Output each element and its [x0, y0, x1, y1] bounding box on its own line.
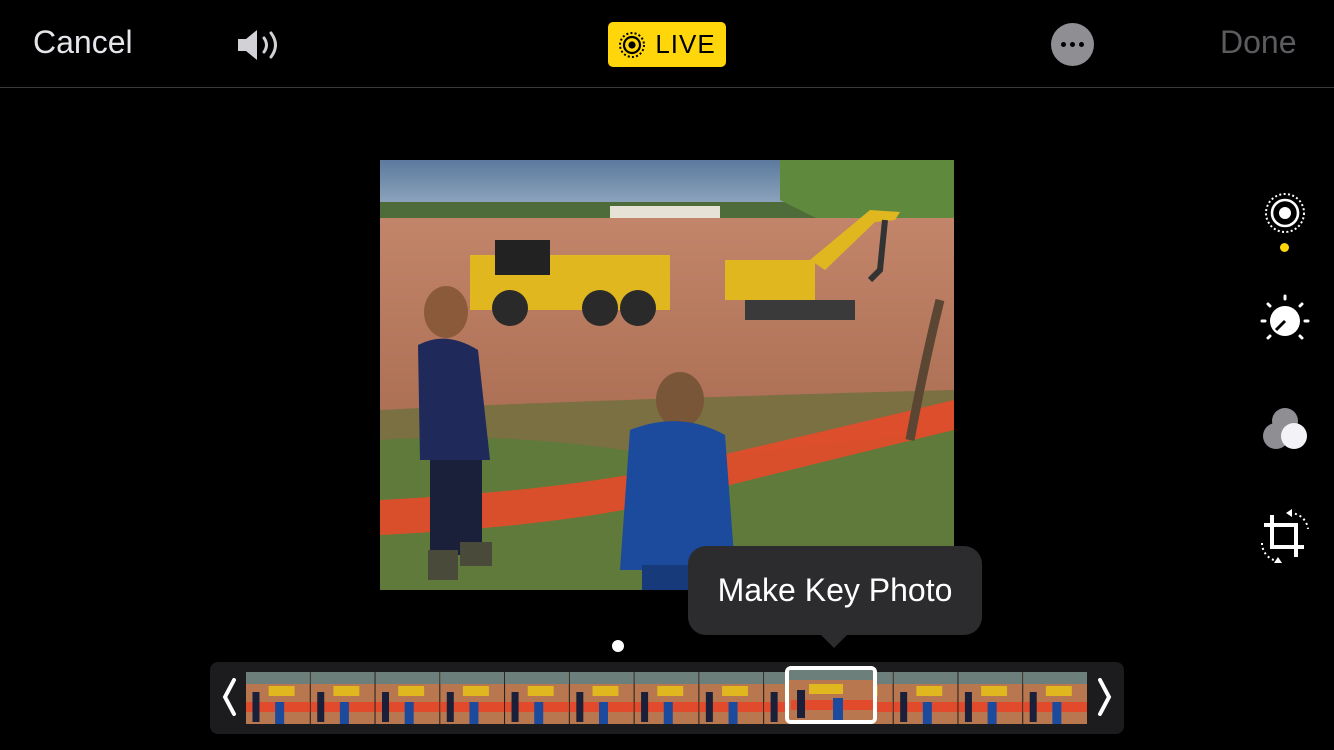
crop-rotate-icon[interactable]: [1256, 507, 1314, 565]
cancel-button[interactable]: Cancel: [33, 24, 133, 61]
top-toolbar: Cancel LIVE Done: [0, 0, 1334, 88]
filmstrip-frame[interactable]: [569, 672, 634, 724]
live-photo-preview: [380, 160, 954, 590]
filmstrip-frame[interactable]: [310, 672, 375, 724]
more-dot: [1079, 42, 1084, 47]
live-photo-tool-icon[interactable]: [1256, 184, 1314, 242]
tooltip-arrow: [820, 634, 848, 648]
speaker-on-icon[interactable]: [236, 26, 288, 64]
filmstrip-frame[interactable]: [634, 672, 699, 724]
filmstrip-frame[interactable]: [893, 672, 958, 724]
filmstrip-frame[interactable]: [440, 672, 505, 724]
filmstrip-frame[interactable]: [375, 672, 440, 724]
more-ellipsis-icon: [1061, 42, 1066, 47]
chevron-left-icon[interactable]: [220, 674, 238, 730]
live-button[interactable]: LIVE: [608, 22, 726, 67]
more-button[interactable]: [1051, 23, 1094, 66]
filmstrip-frame[interactable]: [958, 672, 1023, 724]
filmstrip-frame[interactable]: [505, 672, 569, 724]
done-button[interactable]: Done: [1220, 24, 1297, 61]
filmstrip-frame[interactable]: [246, 672, 310, 724]
filters-circles-icon[interactable]: [1256, 401, 1314, 459]
filmstrip-frame[interactable]: [699, 672, 764, 724]
filmstrip-frame[interactable]: [1023, 672, 1087, 724]
active-tool-indicator: [1280, 243, 1289, 252]
selected-frame[interactable]: [785, 666, 877, 724]
frame-strip[interactable]: [246, 672, 1088, 724]
key-photo-indicator: [612, 640, 624, 652]
chevron-right-icon[interactable]: [1096, 674, 1114, 730]
more-dot: [1070, 42, 1075, 47]
live-label: LIVE: [655, 29, 716, 59]
live-photo-icon: [619, 31, 646, 58]
make-key-photo-label: Make Key Photo: [717, 572, 953, 608]
adjust-dial-icon[interactable]: [1256, 291, 1314, 349]
make-key-photo-button[interactable]: Make Key Photo: [688, 546, 982, 635]
frame-scrubber[interactable]: [210, 662, 1124, 734]
